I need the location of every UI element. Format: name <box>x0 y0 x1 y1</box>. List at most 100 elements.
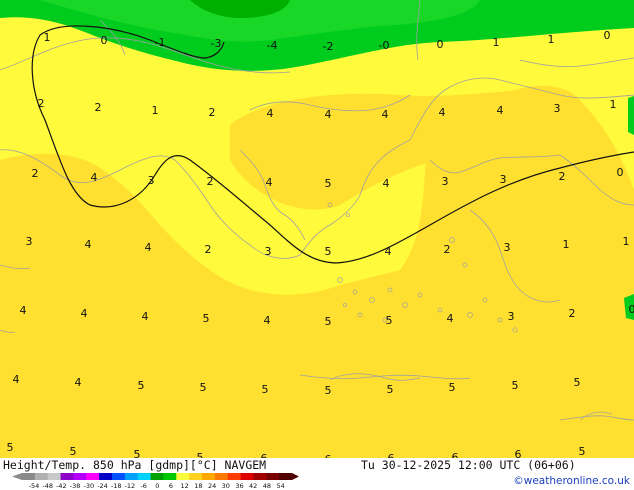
scale-arrow-left <box>12 473 22 480</box>
temperature-label: 4 <box>91 171 98 184</box>
temperature-label: 5 <box>325 315 332 328</box>
temperature-label: 6 <box>515 448 522 458</box>
scale-tick-label: -18 <box>111 482 122 490</box>
scale-swatch <box>163 473 177 480</box>
temperature-label: 5 <box>512 379 519 392</box>
scale-tick-label: 30 <box>222 482 230 490</box>
temperature-label: 5 <box>203 312 210 325</box>
scale-tick-label: 42 <box>249 482 257 490</box>
temperature-label: 2 <box>569 307 576 320</box>
temperature-label: 5 <box>325 177 332 190</box>
map-title: Height/Temp. 850 hPa [gdmp][°C] NAVGEM <box>3 458 267 472</box>
temperature-label: 3 <box>508 310 515 323</box>
temperature-label: 4 <box>75 376 82 389</box>
temperature-label: 5 <box>138 379 145 392</box>
temperature-label: 2 <box>32 167 39 180</box>
scale-swatch <box>60 473 74 480</box>
temperature-label: 1 <box>493 36 500 49</box>
scale-tick-label: -6 <box>140 482 146 490</box>
weather-map: 1 0 -1 -3 -4 -2 -0 0 1 1 0 2 2 1 2 4 4 4 4 4 3 1 2 4 3 2 4 5 4 3 3 2 0 3 4… <box>0 0 634 458</box>
scale-tick-label: -38 <box>70 482 81 490</box>
temperature-label: 0 <box>629 303 634 316</box>
temperature-label: 1 <box>610 98 617 111</box>
scale-tick-label: 12 <box>181 482 189 490</box>
temperature-label: 4 <box>267 107 274 120</box>
temperature-label: 5 <box>325 384 332 397</box>
scale-swatch <box>253 473 267 480</box>
valid-time: Tu 30-12-2025 12:00 UTC (06+06) <box>361 458 576 472</box>
temperature-label: 2 <box>209 106 216 119</box>
field-cold-east-edge <box>628 96 634 135</box>
scale-swatch <box>112 473 126 480</box>
temperature-label: -2 <box>323 40 334 53</box>
temperature-label: 5 <box>134 448 141 458</box>
scale-swatch <box>202 473 216 480</box>
scale-swatch <box>99 473 113 480</box>
temperature-label: 5 <box>70 445 77 458</box>
temperature-label: 5 <box>574 376 581 389</box>
temperature-label: 3 <box>265 245 272 258</box>
temperature-label: 0 <box>437 38 444 51</box>
temperature-label: 4 <box>325 108 332 121</box>
temperature-label: 2 <box>38 97 45 110</box>
temperature-label: 1 <box>548 33 555 46</box>
temperature-label: 5 <box>449 381 456 394</box>
temperature-label: 2 <box>95 101 102 114</box>
scale-tick-label: -24 <box>97 482 108 490</box>
scale-tick-label: 48 <box>263 482 271 490</box>
temperature-label: 4 <box>266 176 273 189</box>
temperature-label: 5 <box>197 451 204 458</box>
temperature-label: 1 <box>563 238 570 251</box>
temperature-label: -4 <box>267 39 278 52</box>
scale-tick-label: 54 <box>276 482 284 490</box>
scale-swatch <box>176 473 190 480</box>
scale-tick-label: 24 <box>208 482 216 490</box>
scale-tick-label: -54 <box>29 482 40 490</box>
temperature-label: 4 <box>383 177 390 190</box>
scale-swatch <box>279 473 293 480</box>
temperature-label: 2 <box>559 170 566 183</box>
temperature-label: 3 <box>148 174 155 187</box>
scale-swatch <box>150 473 164 480</box>
temperature-label: 0 <box>617 166 624 179</box>
scale-swatch <box>73 473 87 480</box>
temperature-label: 4 <box>264 314 271 327</box>
temperature-label: 5 <box>262 383 269 396</box>
temperature-label: 1 <box>44 31 51 44</box>
temperature-label: 4 <box>142 310 149 323</box>
scale-tick-label: 36 <box>235 482 243 490</box>
temperature-label: -0 <box>379 39 390 52</box>
temperature-label: 4 <box>20 304 27 317</box>
temperature-label: 4 <box>85 238 92 251</box>
scale-swatch <box>22 473 36 480</box>
temperature-label: 0 <box>604 29 611 42</box>
temperature-label: 3 <box>504 241 511 254</box>
map-viewer: 1 0 -1 -3 -4 -2 -0 0 1 1 0 2 2 1 2 4 4 4 4 4 3 1 2 4 3 2 4 5 4 3 3 2 0 3 4… <box>0 0 634 490</box>
temperature-label: 2 <box>207 175 214 188</box>
temperature-label: 1 <box>152 104 159 117</box>
scale-swatch <box>124 473 139 480</box>
scale-arrow-right <box>292 473 299 480</box>
temperature-label: 3 <box>442 175 449 188</box>
temperature-label: 4 <box>382 108 389 121</box>
temperature-label: 0 <box>101 34 108 47</box>
temperature-label: 4 <box>81 307 88 320</box>
temperature-label: 4 <box>145 241 152 254</box>
scale-tick-label: -12 <box>125 482 136 490</box>
scale-tick-label: 18 <box>194 482 202 490</box>
scale-tick-label: 0 <box>155 482 159 490</box>
temperature-label: 5 <box>325 245 332 258</box>
temperature-label: -1 <box>155 36 166 49</box>
temperature-label: 1 <box>623 235 630 248</box>
scale-swatch <box>47 473 61 480</box>
temperature-label: 3 <box>26 235 33 248</box>
scale-swatch <box>227 473 241 480</box>
temperature-label: 2 <box>444 243 451 256</box>
temperature-label: 5 <box>7 441 14 454</box>
credit-link[interactable]: ©weatheronline.co.uk <box>513 475 630 487</box>
temperature-label: -3 <box>211 37 222 50</box>
scale-tick-label: 6 <box>169 482 173 490</box>
temperature-label: 3 <box>554 102 561 115</box>
scale-swatch <box>86 473 100 480</box>
color-scale: -54 -48 -42 -38 -30 -24 -18 -12 -6 0 6 12 18 24 30 36 42… <box>12 473 299 490</box>
